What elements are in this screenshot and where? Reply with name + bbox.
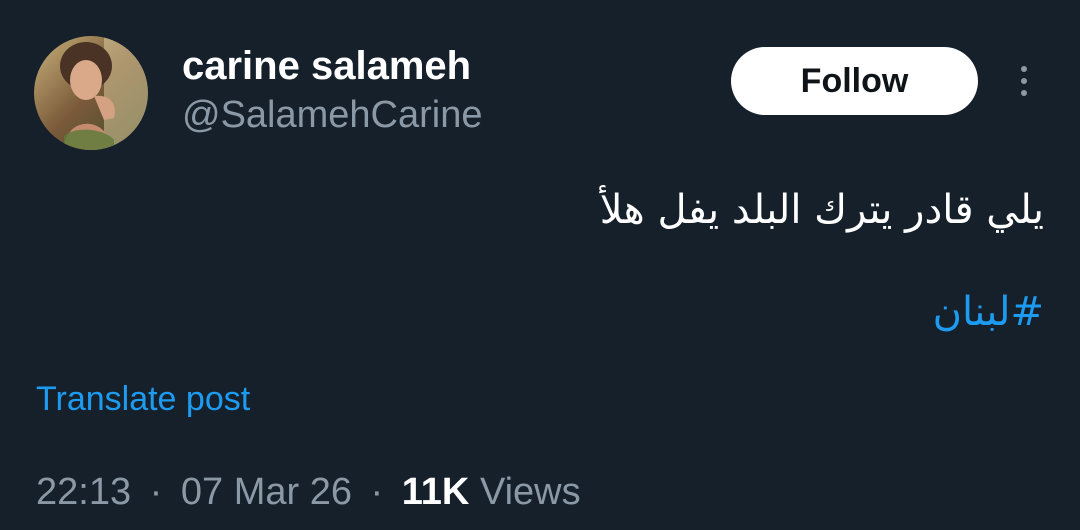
views-count[interactable]: 11K xyxy=(402,471,470,513)
translate-post-link[interactable]: Translate post xyxy=(36,378,250,420)
meta-separator-2: · xyxy=(370,471,384,513)
more-vertical-icon-dot-3 xyxy=(1021,90,1027,96)
profile-photo xyxy=(34,36,148,150)
tweet-meta: 22:13 · 07 Mar 26 · 11K Views xyxy=(36,468,581,516)
more-vertical-icon-dot-2 xyxy=(1021,78,1027,84)
tweet-time[interactable]: 22:13 xyxy=(36,471,131,513)
meta-separator: · xyxy=(149,471,163,513)
tweet-text: يلي قادر يترك البلد يفل هلأ xyxy=(599,187,1044,233)
more-options-button[interactable] xyxy=(1006,58,1042,104)
more-vertical-icon xyxy=(1021,66,1027,72)
avatar[interactable] xyxy=(34,36,148,150)
follow-button[interactable]: Follow xyxy=(731,47,978,115)
author-name[interactable]: carine salameh xyxy=(182,42,471,90)
author-handle[interactable]: @SalamehCarine xyxy=(182,92,483,138)
tweet-date[interactable]: 07 Mar 26 xyxy=(181,471,352,513)
hashtag-link[interactable]: #لبنان xyxy=(933,282,1044,342)
views-label: Views xyxy=(479,471,581,513)
